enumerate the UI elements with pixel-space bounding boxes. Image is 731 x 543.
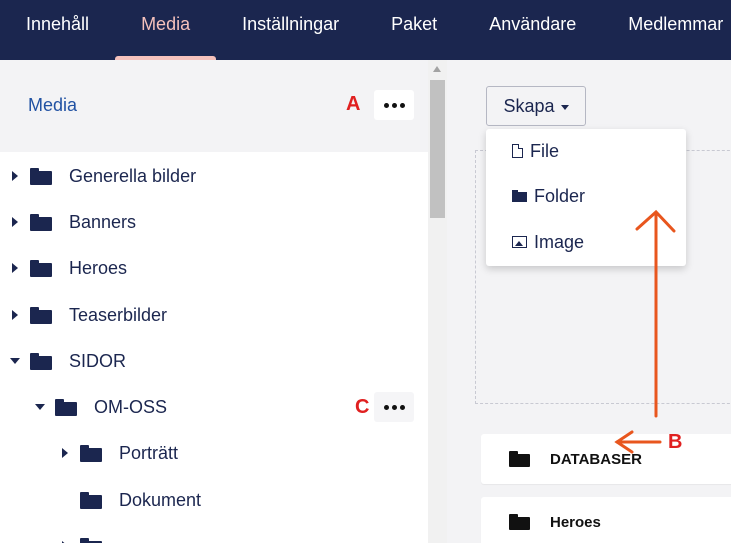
nav-tab-users[interactable]: Användare (463, 0, 602, 48)
folder-icon (30, 213, 52, 231)
nav-tab-settings[interactable]: Inställningar (216, 0, 365, 48)
create-button-label: Skapa (503, 95, 555, 116)
media-folder-card[interactable]: DATABASER (481, 434, 731, 484)
tree-item-actions-button[interactable] (374, 392, 414, 422)
caret-right-icon[interactable] (10, 310, 20, 320)
folder-icon (509, 514, 530, 530)
caret-right-icon[interactable] (10, 217, 20, 227)
tree-title[interactable]: Media (28, 95, 77, 116)
create-dropdown-menu: File Folder Image (486, 129, 686, 266)
dot-icon (391, 404, 397, 410)
nav-tab-content[interactable]: Innehåll (0, 0, 115, 48)
caret-down-icon[interactable] (10, 356, 20, 366)
folder-icon (30, 167, 52, 185)
nav-tab-media[interactable]: Media (115, 0, 217, 60)
folder-icon (80, 444, 102, 462)
menu-item-label: Folder (534, 185, 586, 206)
folder-icon (30, 306, 52, 324)
media-folder-card-label: DATABASER (550, 450, 642, 468)
menu-item-file[interactable]: File (486, 129, 686, 173)
folder-icon (512, 190, 527, 202)
tree-item[interactable]: OM-OSS C (0, 384, 428, 430)
tree-item[interactable]: Teaserbilder (0, 292, 428, 338)
menu-item-folder[interactable]: Folder (486, 174, 686, 218)
tree-item-label: Teaserbilder (69, 304, 168, 325)
folder-icon (80, 537, 102, 543)
tree-item-label: Heroes (69, 257, 128, 278)
dot-icon (399, 404, 405, 410)
caret-right-icon[interactable] (10, 263, 20, 273)
tree-item-label: OM-OSS (94, 396, 168, 417)
tree-item[interactable]: Porträtt (0, 430, 428, 476)
dot-icon (383, 102, 389, 108)
tree-item[interactable]: Banners (0, 199, 428, 245)
dot-icon (383, 404, 389, 410)
caret-right-icon[interactable] (60, 448, 70, 458)
media-tree: Media A Generella bilder Banners Heroes … (0, 60, 428, 543)
file-icon (512, 144, 523, 158)
nav-tab-packages[interactable]: Paket (365, 0, 463, 48)
tree-item-label: SIDOR (69, 350, 127, 371)
tree-item[interactable]: Dokument (0, 477, 428, 523)
folder-icon (80, 491, 102, 509)
menu-item-image[interactable]: Image (486, 220, 686, 264)
media-folder-card-label: Heroes (550, 513, 601, 531)
annotation-a: A (346, 93, 361, 115)
folder-icon (509, 451, 530, 467)
annotation-c: C (355, 396, 370, 418)
tree-item[interactable]: Heroes (0, 245, 428, 291)
image-icon (512, 236, 527, 248)
tree-scrollbar-thumb[interactable] (430, 80, 445, 218)
menu-item-label: File (530, 140, 560, 161)
caret-down-icon[interactable] (35, 402, 45, 412)
caret-down-icon (560, 104, 569, 110)
tree-item-label: Generella bilder (69, 165, 197, 186)
top-navigation: Innehåll Media Inställningar Paket Använ… (0, 0, 731, 60)
tree-item-label: Dokument (119, 489, 202, 510)
media-folder-card[interactable]: Heroes (481, 497, 731, 543)
tree-header: Media A (0, 60, 428, 152)
menu-item-label: Image (534, 231, 585, 252)
tree-item-label: Banners (69, 211, 137, 232)
tree-root-actions-button[interactable] (374, 90, 414, 120)
scroll-up-icon[interactable] (433, 66, 441, 72)
folder-icon (55, 398, 77, 416)
tree-item[interactable]: Generella bilder (0, 153, 428, 199)
tree-item-label: Porträtt (119, 442, 179, 463)
folder-icon (30, 259, 52, 277)
tree-item-partial[interactable] (0, 523, 428, 543)
caret-right-icon[interactable] (10, 171, 20, 181)
folder-icon (30, 352, 52, 370)
create-button[interactable]: Skapa (486, 86, 586, 126)
dot-icon (399, 102, 405, 108)
dot-icon (391, 102, 397, 108)
tree-item[interactable]: SIDOR (0, 338, 428, 384)
nav-tab-members[interactable]: Medlemmar (602, 0, 731, 48)
